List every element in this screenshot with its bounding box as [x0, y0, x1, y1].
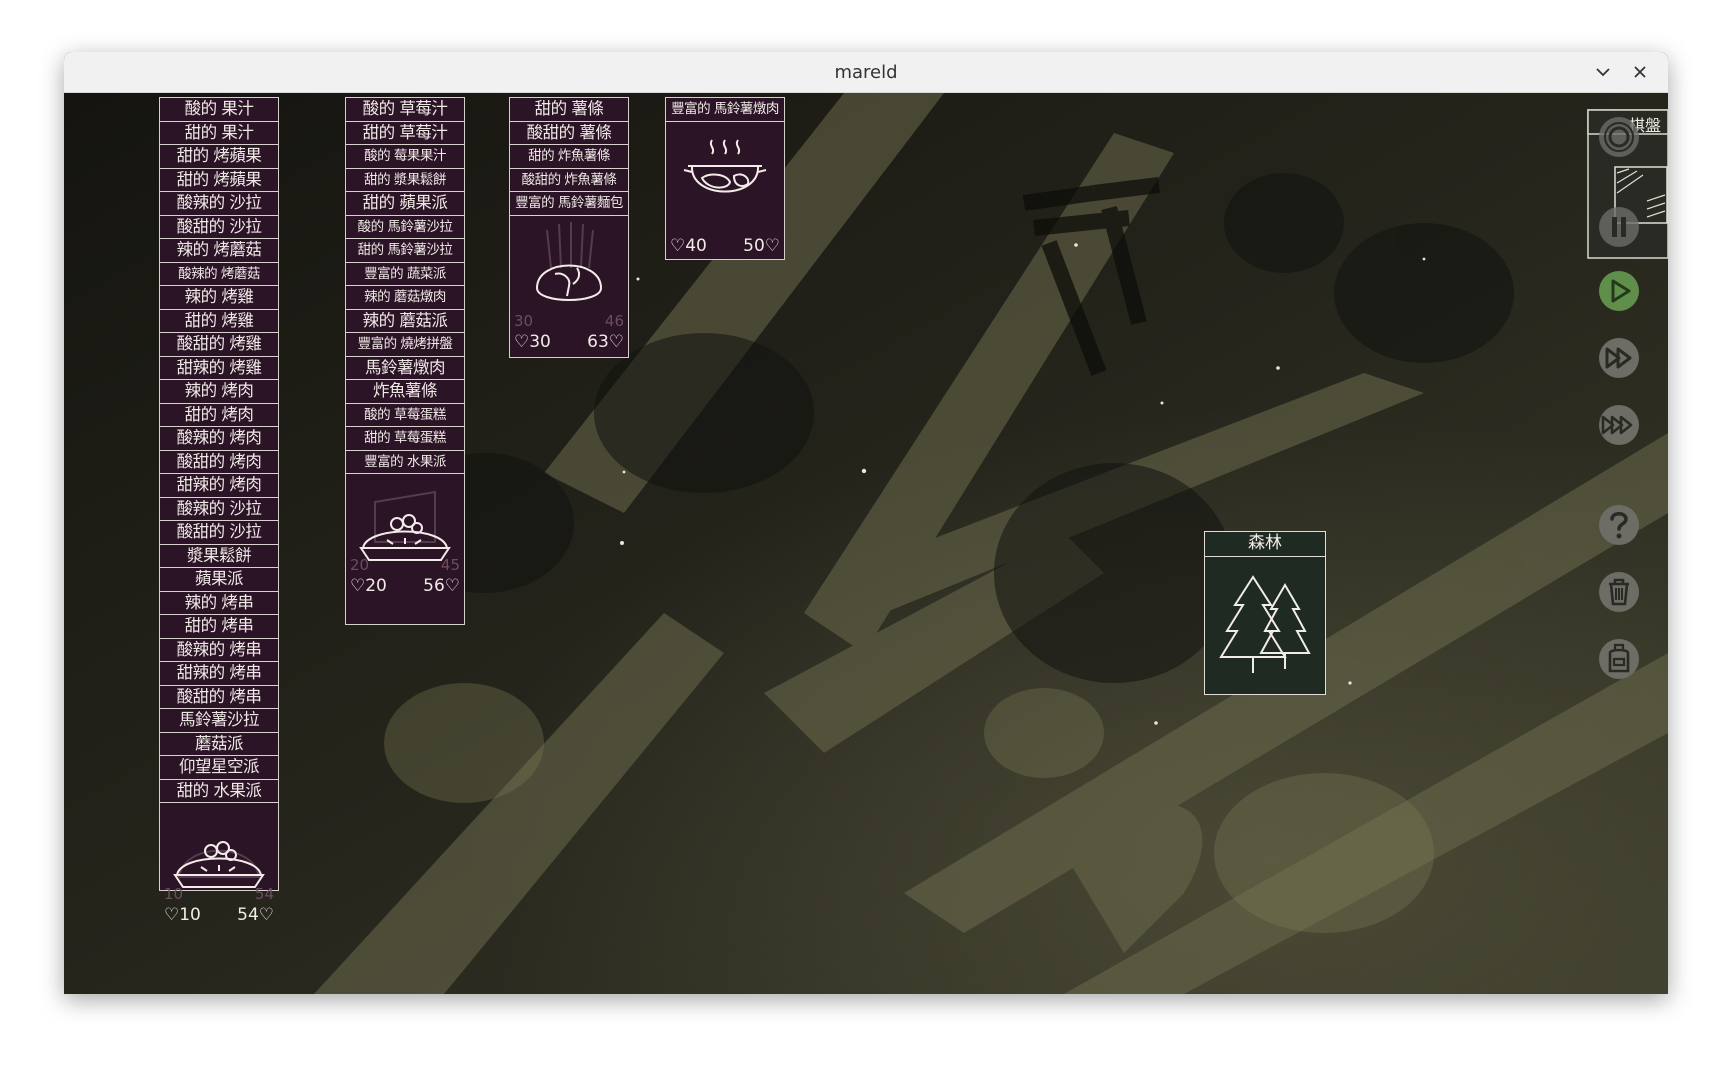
- stack-row[interactable]: 甜的 果汁: [160, 122, 278, 145]
- card-stats: ♡20 56♡: [346, 574, 464, 598]
- ghost-stats: 20 45: [350, 556, 460, 574]
- stack-row[interactable]: 豐富的 燒烤拼盤: [346, 333, 464, 357]
- stack-row[interactable]: 酸甜的 烤雞: [160, 333, 278, 357]
- stack-row[interactable]: 辣的 烤蘑菇: [160, 239, 278, 263]
- stack-row[interactable]: 辣的 蘑菇燉肉: [346, 286, 464, 310]
- card-stats: ♡30 63♡: [510, 330, 628, 354]
- recipe-card-stack-1[interactable]: 酸的 果汁 甜的 果汁 甜的 烤蘋果 甜的 烤蘋果 酸辣的 沙拉 酸甜的 沙拉 辣的 烤蘑菇…: [159, 97, 279, 925]
- help-icon[interactable]: [1597, 503, 1641, 547]
- stack-row[interactable]: 辣的 烤雞: [160, 286, 278, 310]
- stack-row[interactable]: 甜的 水果派: [160, 780, 278, 803]
- stack-row[interactable]: 馬鈴薯沙拉: [160, 709, 278, 733]
- stack-row[interactable]: 甜的 烤肉: [160, 404, 278, 427]
- stack-row[interactable]: 辣的 蘑菇派: [346, 310, 464, 333]
- window-title: mareld: [834, 62, 898, 83]
- stack-row[interactable]: 甜辣的 烤串: [160, 662, 278, 686]
- play-icon[interactable]: [1597, 269, 1641, 313]
- recipe-card-stack-3[interactable]: 甜的 薯條 酸甜的 薯條 甜的 炸魚薯條 酸甜的 炸魚薯條 豐富的 馬鈴薯麵包 30 46…: [509, 97, 629, 358]
- stack-row[interactable]: 蘋果派: [160, 568, 278, 592]
- board-background: [64, 93, 1668, 994]
- settings-icon[interactable]: [1597, 115, 1641, 159]
- stack-row[interactable]: 豐富的 馬鈴薯麵包: [510, 192, 628, 216]
- stack-row[interactable]: 酸辣的 沙拉: [160, 192, 278, 216]
- stat-left: ♡30: [514, 331, 551, 352]
- stack-row[interactable]: 甜的 烤雞: [160, 310, 278, 333]
- card-face[interactable]: 10 54 ♡10 54♡: [160, 803, 278, 927]
- stat-right: 54♡: [237, 905, 274, 925]
- stat-left: ♡20: [350, 576, 387, 596]
- bread-icon: [535, 264, 603, 301]
- stat-left: ♡10: [164, 905, 201, 925]
- stack-row[interactable]: 辣的 烤串: [160, 592, 278, 615]
- stack-row[interactable]: 酸辣的 烤肉: [160, 427, 278, 451]
- stack-row[interactable]: 甜的 蘋果派: [346, 192, 464, 216]
- stack-row[interactable]: 甜的 烤串: [160, 615, 278, 639]
- stack-row[interactable]: 甜辣的 烤肉: [160, 474, 278, 498]
- stat-right: 63♡: [587, 331, 624, 352]
- pine-trees-icon: [1219, 575, 1311, 673]
- ghost-stats: 30 46: [514, 311, 624, 330]
- stack-rows: 酸的 果汁 甜的 果汁 甜的 烤蘋果 甜的 烤蘋果 酸辣的 沙拉 酸甜的 沙拉 辣的 烤蘑菇…: [160, 98, 278, 803]
- game-board[interactable]: 酸的 果汁 甜的 果汁 甜的 烤蘋果 甜的 烤蘋果 酸辣的 沙拉 酸甜的 沙拉 辣的 烤蘑菇…: [64, 93, 1668, 994]
- forest-card[interactable]: 森林: [1204, 531, 1326, 695]
- stack-row[interactable]: 豐富的 蔬菜派: [346, 263, 464, 286]
- stack-row[interactable]: 酸的 莓果果汁: [346, 145, 464, 169]
- stack-row[interactable]: 酸辣的 烤串: [160, 639, 278, 662]
- stack-row[interactable]: 甜的 炸魚薯條: [510, 145, 628, 169]
- stack-row[interactable]: 酸的 馬鈴薯沙拉: [346, 216, 464, 239]
- stack-rows: 豐富的 馬鈴薯燉肉: [666, 98, 784, 122]
- stack-row[interactable]: 酸甜的 沙拉: [160, 521, 278, 545]
- card-face[interactable]: 30 46 ♡30 63♡: [510, 216, 628, 354]
- stack-row[interactable]: 甜的 烤蘋果: [160, 145, 278, 169]
- forest-card-label: 森林: [1205, 532, 1325, 557]
- stack-rows: 甜的 薯條 酸甜的 薯條 甜的 炸魚薯條 酸甜的 炸魚薯條 豐富的 馬鈴薯麵包: [510, 98, 628, 216]
- stack-row[interactable]: 漿果鬆餅: [160, 545, 278, 568]
- stack-row[interactable]: 酸的 草莓汁: [346, 98, 464, 122]
- stack-row[interactable]: 馬鈴薯燉肉: [346, 357, 464, 380]
- stew-pot-icon: [683, 138, 767, 192]
- stack-row[interactable]: 酸辣的 沙拉: [160, 498, 278, 521]
- pause-icon[interactable]: [1597, 205, 1641, 249]
- card-stats: ♡40 50♡: [666, 234, 784, 258]
- stat-left: ♡40: [670, 235, 707, 256]
- stack-row[interactable]: 蘑菇派: [160, 733, 278, 756]
- card-stats: ♡10 54♡: [160, 903, 278, 927]
- stack-row[interactable]: 酸甜的 炸魚薯條: [510, 169, 628, 192]
- stack-rows: 酸的 草莓汁 甜的 草莓汁 酸的 莓果果汁 甜的 漿果鬆餅 甜的 蘋果派 酸的 馬鈴薯沙拉…: [346, 98, 464, 474]
- ghost-stats: 10 54: [164, 885, 274, 903]
- recipe-card-stack-4[interactable]: 豐富的 馬鈴薯燉肉 ♡40 50♡: [665, 97, 785, 260]
- trash-icon[interactable]: [1597, 570, 1641, 614]
- title-bar: mareld: [64, 52, 1668, 93]
- recipe-card-stack-2[interactable]: 酸的 草莓汁 甜的 草莓汁 酸的 莓果果汁 甜的 漿果鬆餅 甜的 蘋果派 酸的 馬鈴薯沙拉…: [345, 97, 465, 625]
- close-icon[interactable]: [1628, 60, 1652, 84]
- backpack-icon[interactable]: [1597, 637, 1641, 681]
- card-face[interactable]: ♡40 50♡: [666, 122, 784, 258]
- stack-row[interactable]: 酸甜的 沙拉: [160, 216, 278, 239]
- stack-row[interactable]: 酸甜的 烤肉: [160, 451, 278, 474]
- fastest-forward-icon[interactable]: [1597, 403, 1641, 447]
- fast-forward-icon[interactable]: [1597, 336, 1641, 380]
- stack-row[interactable]: 甜的 草莓蛋糕: [346, 427, 464, 451]
- stack-row[interactable]: 酸甜的 烤串: [160, 686, 278, 709]
- stack-row[interactable]: 炸魚薯條: [346, 380, 464, 404]
- stat-right: 56♡: [423, 576, 460, 596]
- stack-row[interactable]: 酸的 草莓蛋糕: [346, 404, 464, 427]
- stack-row[interactable]: 仰望星空派: [160, 756, 278, 780]
- stack-row[interactable]: 甜的 薯條: [510, 98, 628, 122]
- stack-row[interactable]: 豐富的 馬鈴薯燉肉: [666, 98, 784, 122]
- stack-row[interactable]: 酸的 果汁: [160, 98, 278, 122]
- stat-right: 50♡: [743, 235, 780, 256]
- stack-row[interactable]: 酸辣的 烤蘑菇: [160, 263, 278, 286]
- stack-row[interactable]: 酸甜的 薯條: [510, 122, 628, 145]
- stack-row[interactable]: 甜的 馬鈴薯沙拉: [346, 239, 464, 263]
- stack-row[interactable]: 甜的 漿果鬆餅: [346, 169, 464, 192]
- minimize-chevron-icon[interactable]: [1591, 60, 1615, 84]
- card-face[interactable]: 20 45 ♡20 56♡: [346, 474, 464, 598]
- stack-row[interactable]: 甜辣的 烤雞: [160, 357, 278, 380]
- game-window: mareld 酸的 果汁 甜的 果汁 甜的 烤蘋果 甜的 烤蘋果 酸辣的 沙拉 …: [64, 52, 1668, 994]
- stack-row[interactable]: 豐富的 水果派: [346, 451, 464, 474]
- stack-row[interactable]: 甜的 烤蘋果: [160, 169, 278, 192]
- stack-row[interactable]: 甜的 草莓汁: [346, 122, 464, 145]
- stack-row[interactable]: 辣的 烤肉: [160, 380, 278, 404]
